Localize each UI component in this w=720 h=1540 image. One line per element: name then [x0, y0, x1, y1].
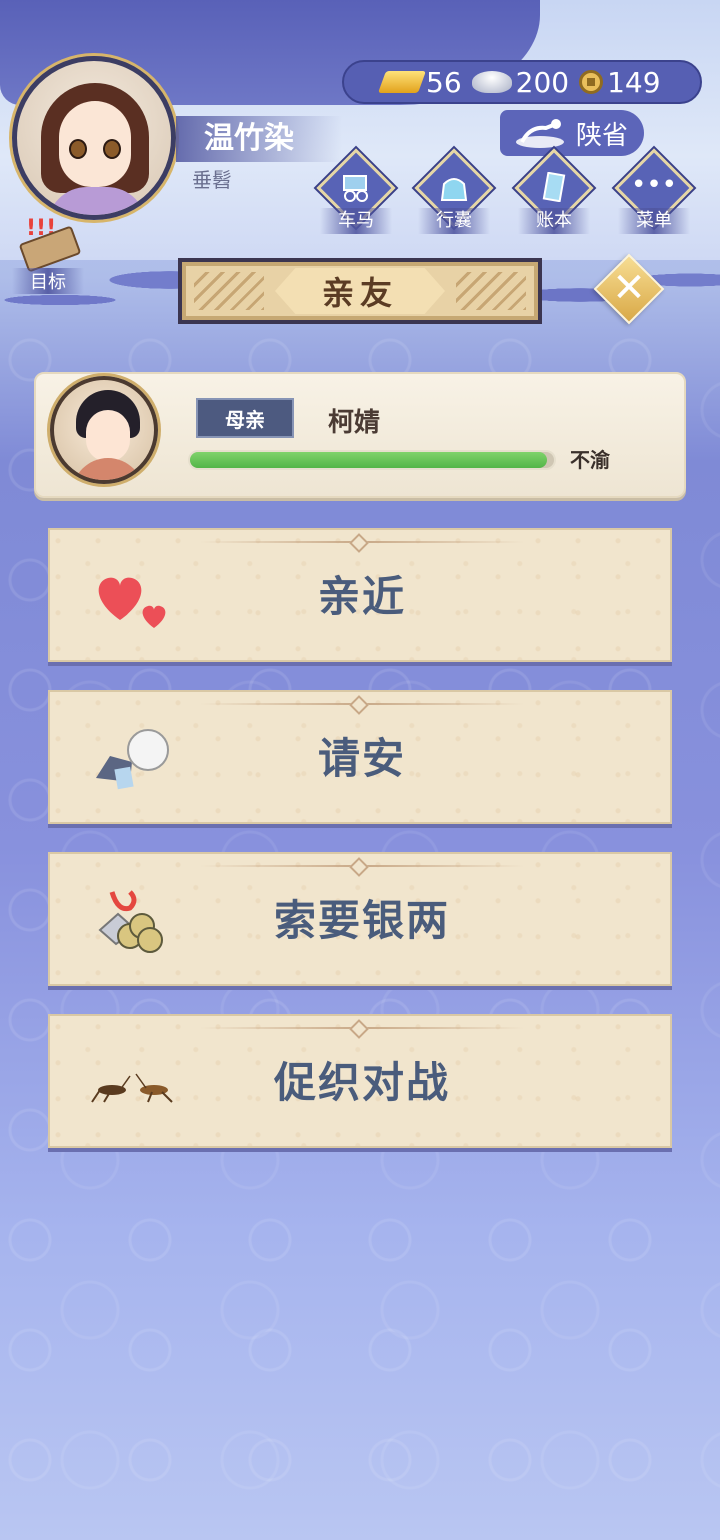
relative-mood: 不渝	[570, 448, 610, 472]
relative-avatar[interactable]	[50, 376, 158, 484]
currency-bar: 56 200 149	[342, 60, 702, 104]
avatar-eye	[69, 139, 87, 159]
ledger-icon	[542, 172, 566, 202]
copper-counter: 149	[579, 65, 661, 99]
action-ask-money-button[interactable]: 索要银两	[48, 852, 672, 986]
more-icon: •••	[630, 170, 677, 200]
province-label: 陕省	[575, 120, 628, 151]
action-label: 促织对战	[273, 1058, 450, 1107]
avatar-eye	[103, 139, 121, 159]
copper-coin-icon	[579, 70, 604, 94]
silver-ingot-icon	[471, 71, 512, 93]
copper-amount: 149	[607, 65, 661, 99]
gold-counter: 56	[377, 65, 462, 99]
menu-item-ledger[interactable]: 账本	[512, 148, 596, 238]
affection-bar-fill	[190, 452, 547, 468]
action-cricket-fight-button[interactable]: 促织对战	[48, 1014, 672, 1148]
action-label: 亲近	[317, 572, 406, 621]
gold-amount: 56	[426, 65, 462, 99]
menu-item-carriage[interactable]: 车马	[314, 148, 398, 238]
province-button[interactable]: 陕省	[500, 110, 644, 156]
action-greet-button[interactable]: 请安	[48, 690, 672, 824]
menu-item-label: 行囊	[418, 208, 490, 234]
action-draw-close-button[interactable]: 亲近	[48, 528, 672, 662]
menu-item-label: 菜单	[618, 208, 690, 234]
goal-button[interactable]: !!! 目标	[12, 216, 84, 294]
relative-name: 柯婧	[328, 408, 381, 438]
action-label: 请安	[317, 734, 406, 783]
menu-item-label: 账本	[518, 208, 590, 234]
player-title: 垂髫	[192, 168, 232, 192]
silver-counter: 200	[471, 65, 570, 99]
goal-label: 目标	[12, 268, 84, 294]
silver-amount: 200	[515, 65, 570, 99]
menu-item-label: 车马	[320, 208, 392, 234]
affection-bar	[188, 450, 556, 470]
gold-ingot-icon	[377, 71, 427, 93]
panel-title: 亲友	[275, 268, 445, 314]
iron-icon	[516, 119, 564, 148]
avatar-face	[86, 410, 130, 462]
player-avatar[interactable]	[12, 56, 176, 220]
carriage-icon	[343, 175, 368, 202]
panel-header: 亲友	[178, 258, 542, 324]
action-label: 索要银两	[273, 896, 450, 945]
menu-item-bag[interactable]: 行囊	[412, 148, 496, 238]
player-name: 温竹染	[176, 116, 342, 162]
bag-icon	[440, 178, 468, 201]
close-icon: ✕	[612, 265, 646, 311]
relation-role-tag: 母亲	[196, 398, 294, 438]
menu-item-more[interactable]: ••• 菜单	[612, 148, 696, 238]
